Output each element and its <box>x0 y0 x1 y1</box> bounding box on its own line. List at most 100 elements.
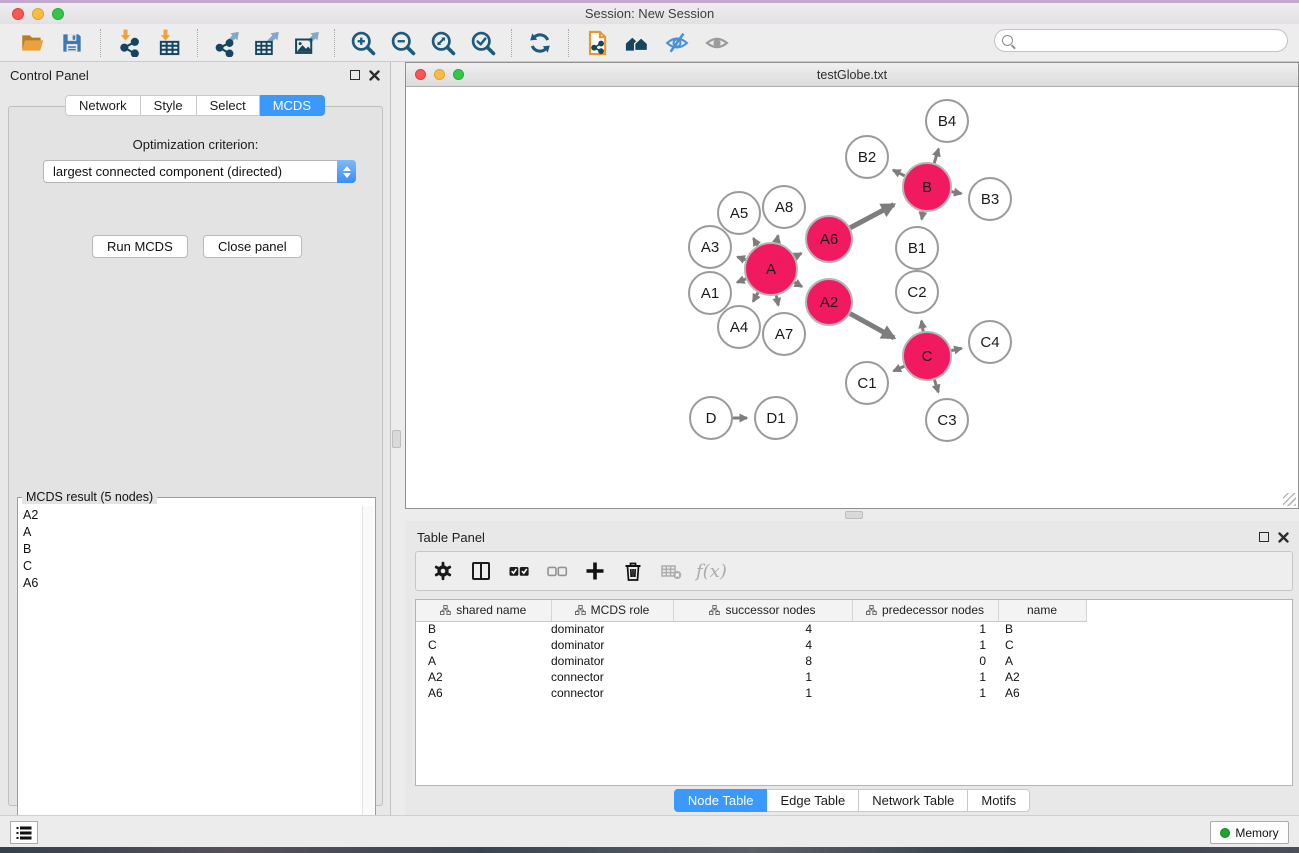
graph-node-B1[interactable]: B1 <box>896 227 938 269</box>
network-canvas[interactable]: B4B2BB3A8A5A6A3B1AC2A1A2A4A7C4CC1C3DD1 <box>406 87 1298 508</box>
tab-network[interactable]: Network <box>65 95 141 116</box>
deselect-all-button[interactable] <box>540 555 574 587</box>
graph-edge-A-A6[interactable] <box>795 253 801 256</box>
search-field[interactable] <box>994 29 1288 52</box>
export-image-button[interactable] <box>286 27 326 59</box>
graph-edge-C-C4[interactable] <box>951 348 961 350</box>
column-header-successor-nodes[interactable]: successor nodes <box>673 600 852 621</box>
graph-node-A6[interactable]: A6 <box>806 216 852 262</box>
eye-button[interactable] <box>697 27 737 59</box>
graph-node-D1[interactable]: D1 <box>755 397 797 439</box>
column-header-predecessor-nodes[interactable]: predecessor nodes <box>852 600 998 621</box>
table-row[interactable]: Adominator80A <box>416 653 1087 669</box>
result-scrollbar[interactable] <box>362 506 374 840</box>
show-networks-list-button[interactable] <box>10 821 38 844</box>
graph-edge-C-C1[interactable] <box>894 366 905 371</box>
close-panel-icon[interactable] <box>369 70 380 81</box>
table-row[interactable]: A6connector11A6 <box>416 685 1087 701</box>
function-builder-button[interactable]: f(x) <box>692 561 727 582</box>
tab-motifs[interactable]: Motifs <box>968 789 1030 812</box>
graph-edge-A-A3[interactable] <box>737 257 745 260</box>
graph-node-A1[interactable]: A1 <box>689 272 731 314</box>
tab-node-table[interactable]: Node Table <box>674 789 768 812</box>
optimization-select[interactable]: largest connected component (directed) <box>43 160 356 183</box>
graph-node-C1[interactable]: C1 <box>846 362 888 404</box>
graph-node-C[interactable]: C <box>903 332 951 380</box>
add-column-button[interactable] <box>578 555 612 587</box>
table-row[interactable]: Cdominator41C <box>416 637 1087 653</box>
open-session-button[interactable] <box>12 27 52 59</box>
export-network-button[interactable] <box>206 27 246 59</box>
graph-node-B2[interactable]: B2 <box>846 136 888 178</box>
memory-button[interactable]: Memory <box>1210 821 1289 844</box>
table-row[interactable]: A2connector11A2 <box>416 669 1087 685</box>
table-row[interactable]: Bdominator41B <box>416 621 1087 637</box>
zoom-fit-button[interactable] <box>423 27 463 59</box>
show-all-networks-button[interactable] <box>617 27 657 59</box>
column-header-name[interactable]: name <box>998 600 1086 621</box>
graph-edge-A-A4[interactable] <box>753 293 758 302</box>
import-network-button[interactable] <box>109 27 149 59</box>
mcds-result-item[interactable]: A <box>19 523 362 540</box>
graph-node-C3[interactable]: C3 <box>926 399 968 441</box>
tab-style[interactable]: Style <box>141 95 197 116</box>
hide-graphics-details-button[interactable] <box>657 27 697 59</box>
graph-edge-B-B3[interactable] <box>952 192 962 194</box>
graph-edge-A-A7[interactable] <box>776 295 778 305</box>
graph-node-B3[interactable]: B3 <box>969 178 1011 220</box>
mcds-result-item[interactable]: B <box>19 540 362 557</box>
graph-edge-B-B1[interactable] <box>922 212 923 220</box>
mcds-result-item[interactable]: C <box>19 557 362 574</box>
graph-edge-A6-B[interactable] <box>850 205 894 228</box>
graph-node-A2[interactable]: A2 <box>806 279 852 325</box>
network-from-selection-button[interactable] <box>577 27 617 59</box>
graph-edge-A2-C[interactable] <box>850 314 894 338</box>
close-panel-button[interactable]: Close panel <box>203 235 302 258</box>
graph-node-A8[interactable]: A8 <box>763 186 805 228</box>
select-all-button[interactable] <box>502 555 536 587</box>
column-header-shared-name[interactable]: shared name <box>416 600 551 621</box>
graph-edge-A-A1[interactable] <box>737 279 746 282</box>
graph-node-D[interactable]: D <box>690 397 732 439</box>
tab-mcds[interactable]: MCDS <box>260 95 325 116</box>
toggle-columns-button[interactable] <box>464 555 498 587</box>
graph-node-B4[interactable]: B4 <box>926 100 968 142</box>
run-mcds-button[interactable]: Run MCDS <box>92 235 188 258</box>
mcds-result-item[interactable]: A2 <box>19 506 362 523</box>
tab-network-table[interactable]: Network Table <box>859 789 968 812</box>
close-table-panel-icon[interactable] <box>1278 532 1289 543</box>
zoom-in-button[interactable] <box>343 27 383 59</box>
float-panel-icon[interactable] <box>350 70 360 80</box>
mcds-result-item[interactable]: A6 <box>19 574 362 591</box>
export-table-button[interactable] <box>246 27 286 59</box>
tab-edge-table[interactable]: Edge Table <box>767 789 859 812</box>
delete-table-button[interactable] <box>654 555 688 587</box>
graph-node-A[interactable]: A <box>745 243 797 295</box>
graph-edge-B-B2[interactable] <box>893 170 905 176</box>
graph-edge-A-A5[interactable] <box>753 238 757 245</box>
graph-node-C2[interactable]: C2 <box>896 271 938 313</box>
graph-edge-C-C3[interactable] <box>934 380 938 392</box>
window-resize-grip[interactable] <box>1283 493 1296 506</box>
search-input[interactable] <box>1013 30 1287 51</box>
zoom-out-button[interactable] <box>383 27 423 59</box>
graph-edge-A-A8[interactable] <box>777 235 778 242</box>
save-session-button[interactable] <box>52 27 92 59</box>
float-table-panel-icon[interactable] <box>1259 532 1269 542</box>
graph-edge-B-B4[interactable] <box>934 149 938 163</box>
table-settings-button[interactable] <box>426 555 460 587</box>
graph-node-A7[interactable]: A7 <box>763 313 805 355</box>
import-table-button[interactable] <box>149 27 189 59</box>
graph-edge-A-A2[interactable] <box>794 282 802 286</box>
delete-column-button[interactable] <box>616 555 650 587</box>
horizontal-splitter-handle[interactable] <box>845 511 863 519</box>
graph-node-C4[interactable]: C4 <box>969 321 1011 363</box>
tab-select[interactable]: Select <box>197 95 260 116</box>
vertical-splitter-handle[interactable] <box>392 430 401 448</box>
column-header-MCDS-role[interactable]: MCDS role <box>551 600 673 621</box>
zoom-selected-button[interactable] <box>463 27 503 59</box>
graph-edge-C-C2[interactable] <box>921 321 923 332</box>
graph-node-A5[interactable]: A5 <box>718 192 760 234</box>
graph-node-A4[interactable]: A4 <box>718 306 760 348</box>
graph-node-A3[interactable]: A3 <box>689 226 731 268</box>
